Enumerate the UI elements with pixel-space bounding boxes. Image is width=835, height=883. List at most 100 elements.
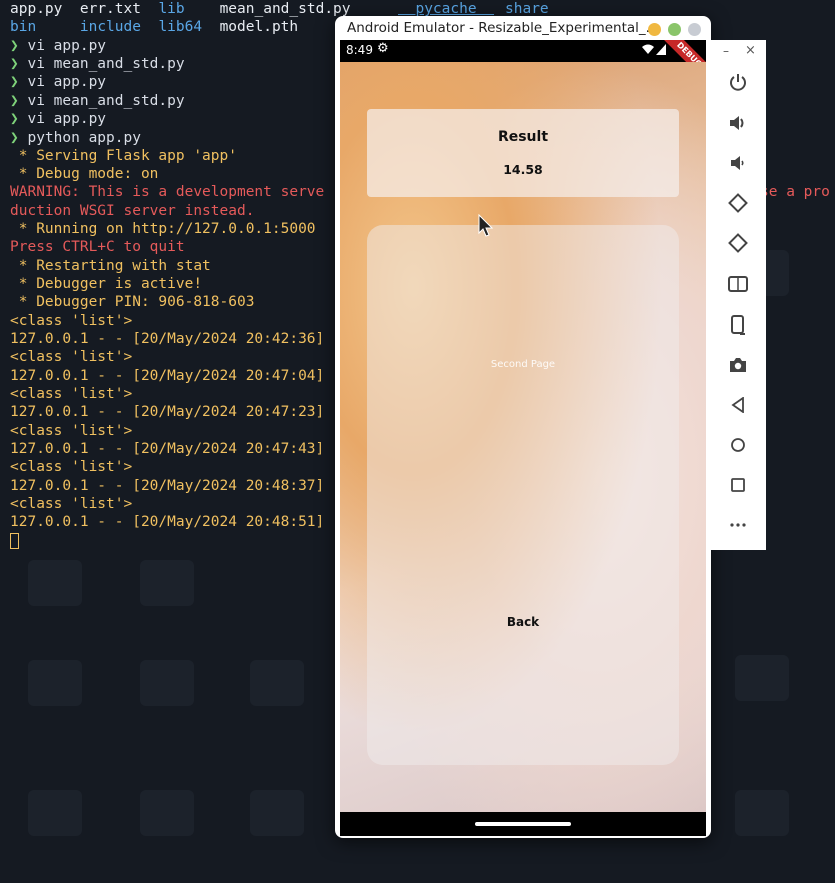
class-list-line: <class 'list'> [10, 423, 133, 439]
ls-output-row: bin include lib64 model.pth [10, 18, 298, 36]
text-cursor [10, 533, 19, 549]
prompt-symbol: ❯ [10, 111, 19, 127]
gesture-nav-bar [340, 812, 706, 836]
camera-icon [730, 358, 746, 372]
command-line: ❯ python app.py [10, 129, 141, 147]
back-triangle-icon [731, 397, 744, 413]
command-text: vi app.py [27, 111, 107, 127]
emulator-window[interactable]: Android Emulator - Resizable_Experimenta… [335, 16, 711, 838]
back-button[interactable]: Back [473, 607, 573, 637]
second-page-label: Second Page [490, 359, 556, 370]
volume-up-icon [730, 116, 744, 130]
class-list-line: <class 'list'> [10, 349, 133, 365]
debugger-pin-line: * Debugger PIN: 906-818-603 [10, 294, 255, 310]
overview-nav-button[interactable] [725, 472, 751, 498]
request-log-line: 127.0.0.1 - - [20/May/2024 20:47:23] [10, 404, 325, 420]
emulator-title: Android Emulator - Resizable_Experimenta… [347, 20, 659, 36]
ls-entry: include [79, 19, 141, 35]
ls-entry: model.pth [219, 19, 299, 35]
maximize-window-button[interactable] [668, 23, 681, 36]
ls-entry: lib [158, 1, 185, 17]
rotate-left-icon [728, 193, 748, 213]
rotate-right-icon [728, 233, 748, 253]
class-list-line: <class 'list'> [10, 313, 133, 329]
rotate-right-button[interactable] [725, 230, 751, 256]
glass-container: Second Page Back [367, 225, 679, 765]
screenshot-button[interactable] [725, 352, 751, 378]
volume-up-button[interactable] [725, 110, 751, 136]
power-icon [730, 74, 746, 91]
request-log-line: 127.0.0.1 - - [20/May/2024 20:47:43] [10, 441, 325, 457]
minimize-window-button[interactable] [648, 23, 661, 36]
command-line: ❯ vi app.py [10, 37, 106, 55]
signal-icon [656, 44, 666, 58]
request-log-line: 127.0.0.1 - - [20/May/2024 20:48:51] [10, 514, 325, 530]
restart-line: * Restarting with stat [10, 258, 211, 274]
request-log-line: 127.0.0.1 - - [20/May/2024 20:48:37] [10, 478, 325, 494]
rotate-left-button[interactable] [725, 190, 751, 216]
command-text: python app.py [27, 130, 141, 146]
result-card: Result 14.58 [367, 109, 679, 197]
ls-entry: bin [10, 19, 37, 35]
running-line: * Running on http://127.0.0.1:5000 [10, 221, 316, 237]
ls-entry: mean_and_std.py [219, 1, 351, 17]
volume-down-button[interactable] [725, 150, 751, 176]
class-list-line: <class 'list'> [10, 386, 133, 402]
settings-gear-icon: ⚙ [377, 41, 389, 56]
home-nav-button[interactable] [725, 432, 751, 458]
request-log-line: 127.0.0.1 - - [20/May/2024 20:47:04] [10, 368, 325, 384]
flask-debug-line: * Debug mode: on [10, 166, 159, 182]
mouse-pointer-icon [478, 214, 494, 237]
warning-line: WARNING: This is a development serve [10, 184, 325, 200]
command-line: ❯ vi mean_and_std.py [10, 92, 185, 110]
status-bar: 8:49 ⚙ DEBUG [340, 40, 706, 85]
overview-square-icon [731, 478, 745, 492]
ls-entry: lib64 [158, 19, 203, 35]
prompt-symbol: ❯ [10, 130, 19, 146]
command-text: vi app.py [27, 38, 107, 54]
toolbar-close-button[interactable]: × [745, 43, 756, 58]
ls-entry: app.py [10, 1, 63, 17]
home-circle-icon [731, 438, 745, 452]
more-dots-icon [730, 523, 746, 527]
home-gesture-pill[interactable] [475, 822, 571, 826]
prompt-symbol: ❯ [10, 74, 19, 90]
prompt-symbol: ❯ [10, 38, 19, 54]
phone-fold-icon [731, 315, 745, 335]
warning-line-tail: se a pro [760, 184, 830, 200]
command-text: vi mean_and_std.py [27, 56, 185, 72]
fold-button[interactable] [725, 312, 751, 338]
class-list-line: <class 'list'> [10, 459, 133, 475]
flask-serving-line: * Serving Flask app 'app' [10, 148, 237, 164]
toolbar-minimize-button[interactable]: – [723, 44, 729, 58]
command-line: ❯ vi app.py [10, 110, 106, 128]
command-text: vi mean_and_std.py [27, 93, 185, 109]
ls-output-row: app.py err.txt lib mean_and_std.py [10, 0, 351, 18]
result-value: 14.58 [503, 162, 543, 177]
emulator-toolbar: – × [711, 40, 766, 550]
more-options-button[interactable] [725, 512, 751, 538]
volume-down-icon [731, 156, 744, 170]
wifi-icon [642, 44, 654, 58]
command-line: ❯ vi mean_and_std.py [10, 55, 185, 73]
display-mode-button[interactable] [725, 271, 751, 297]
prompt-symbol: ❯ [10, 93, 19, 109]
result-title: Result [497, 129, 549, 145]
dual-display-icon [728, 276, 748, 292]
request-log-line: 127.0.0.1 - - [20/May/2024 20:42:36] [10, 331, 325, 347]
terminal-cursor-line[interactable] [10, 532, 19, 550]
back-nav-button[interactable] [725, 392, 751, 418]
warning-line: duction WSGI server instead. [10, 203, 255, 219]
quit-line: Press CTRL+C to quit [10, 239, 185, 255]
prompt-symbol: ❯ [10, 56, 19, 72]
app-background: Result 14.58 Second Page Back [340, 62, 706, 812]
ls-entry: err.txt [79, 1, 141, 17]
power-button[interactable] [725, 69, 751, 95]
command-text: vi app.py [27, 74, 107, 90]
command-line: ❯ vi app.py [10, 73, 106, 91]
class-list-line: <class 'list'> [10, 496, 133, 512]
phone-screen[interactable]: 8:49 ⚙ DEBUG Result 14.58 Second Page Ba… [340, 40, 706, 836]
close-window-button[interactable] [688, 23, 701, 36]
debugger-active-line: * Debugger is active! [10, 276, 203, 292]
status-time: 8:49 [346, 43, 373, 57]
